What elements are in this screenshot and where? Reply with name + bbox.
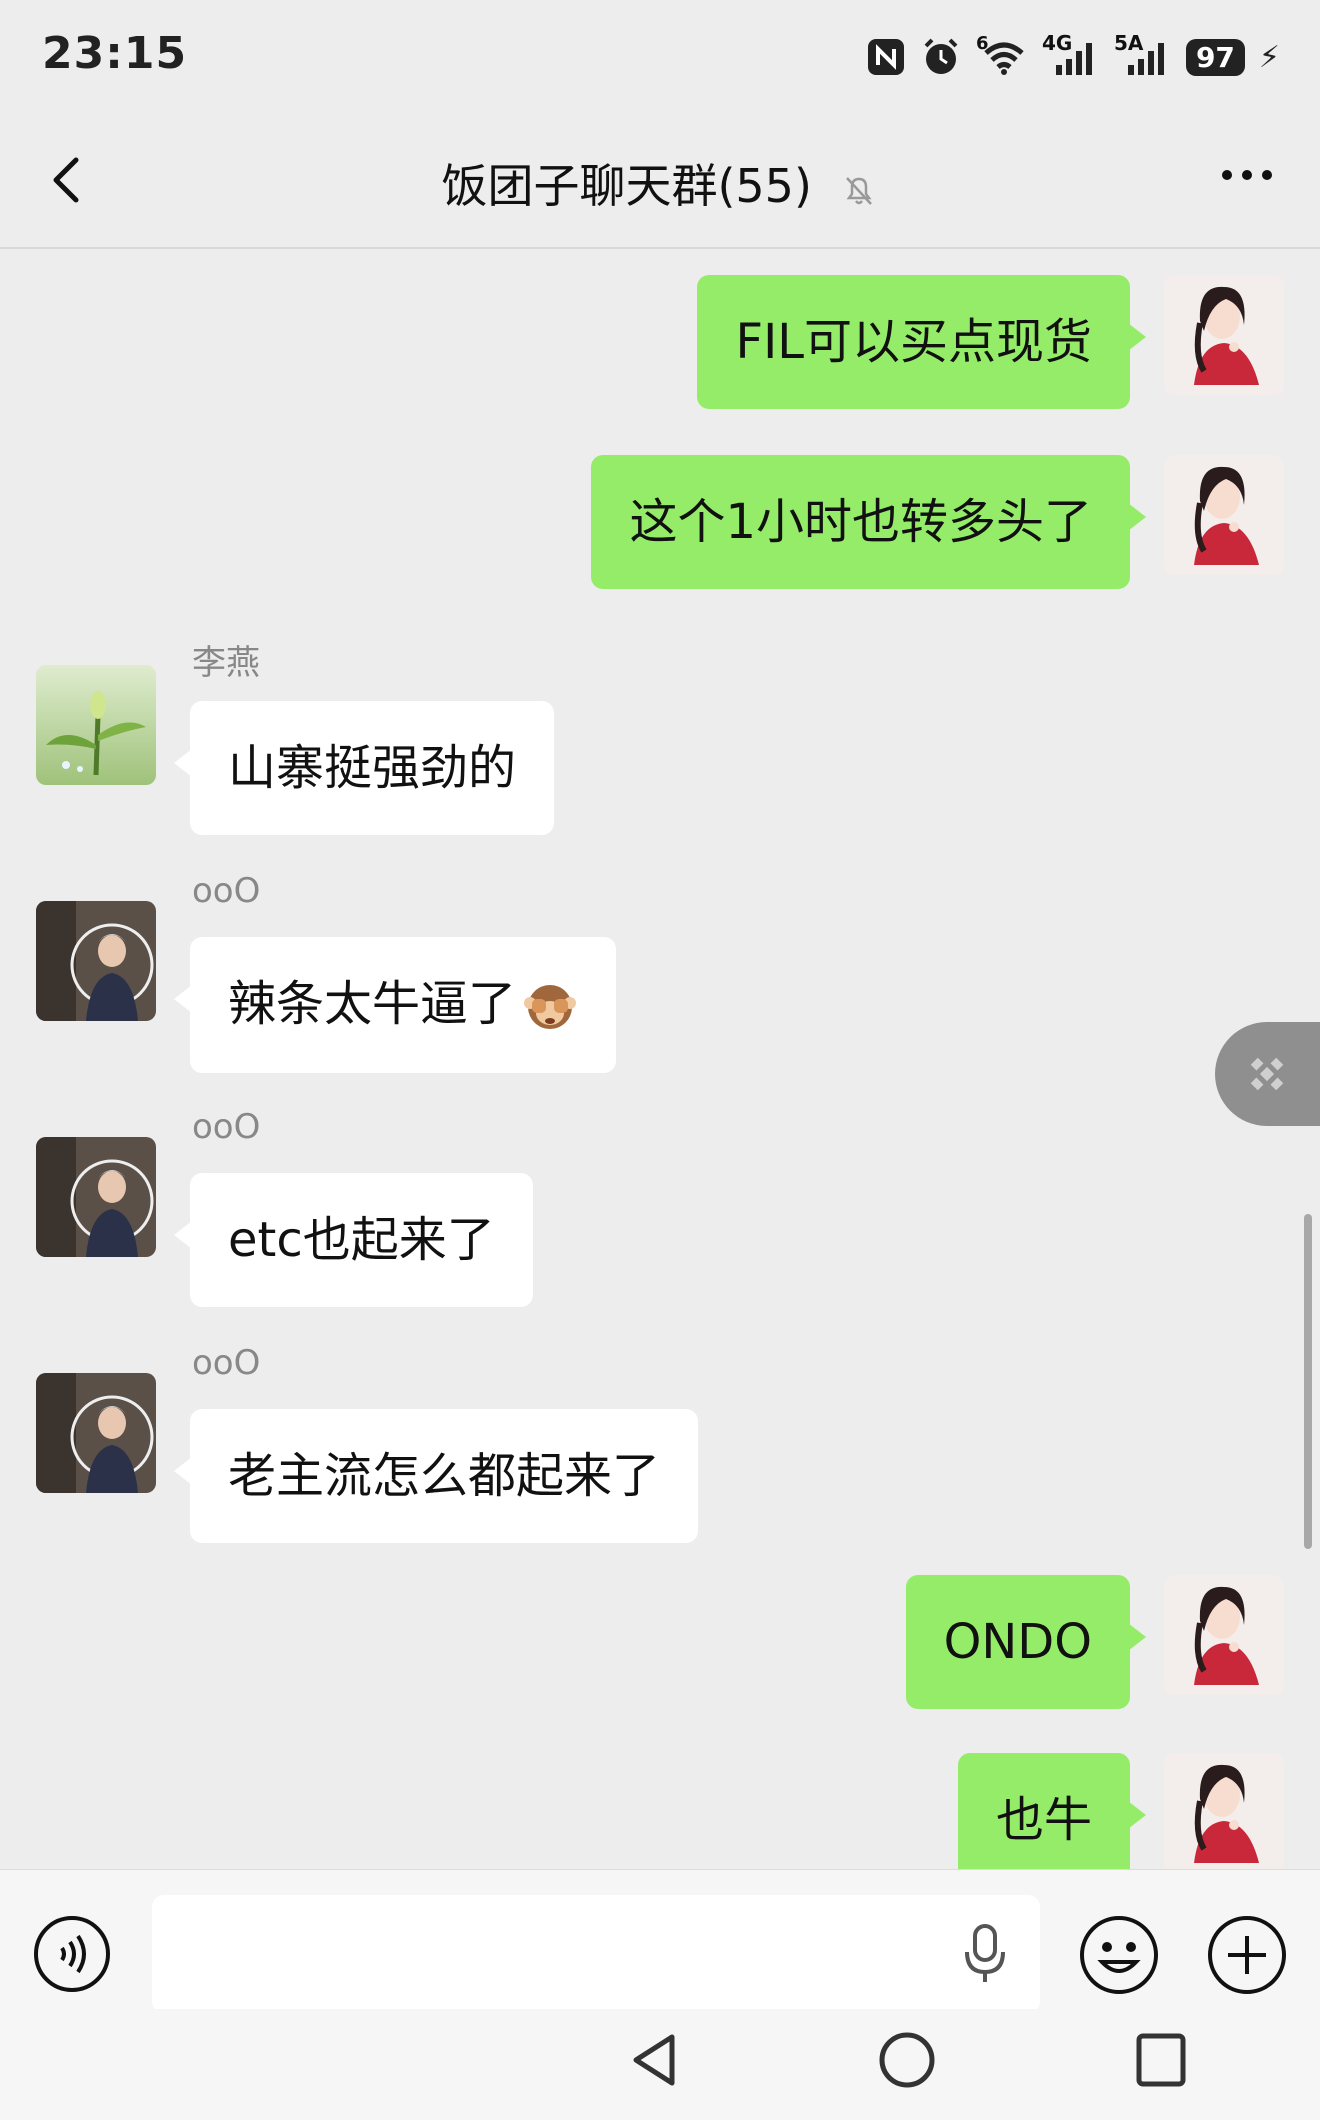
more-icon-dot [1242, 170, 1252, 180]
sender-avatar[interactable] [36, 665, 156, 785]
my-avatar[interactable] [1164, 455, 1284, 575]
sender-avatar[interactable] [36, 1373, 156, 1493]
chat-scrollbar[interactable] [1304, 1214, 1312, 1549]
message-bubble[interactable]: ONDO [905, 1575, 1147, 1709]
emoji-icon [1080, 1916, 1158, 1994]
mute-bell-icon [845, 176, 872, 205]
message-bubble[interactable]: 这个1小时也转多头了 [591, 455, 1146, 589]
more-icon-dot [1262, 170, 1272, 180]
diamond-logo-icon [1250, 1057, 1284, 1091]
message-list[interactable]: FIL可以买点现货 这个1小时也转多头了 李燕 山寨挺强劲的 ooO 辣条太牛逼… [0, 249, 1320, 1869]
message-row: ONDO [0, 1575, 1320, 1715]
wifi-icon: 6 [976, 33, 1028, 77]
signal-4g-icon: 4G [1042, 31, 1100, 77]
more-actions-button[interactable] [1206, 1914, 1288, 2000]
more-icon-dot [1222, 170, 1232, 180]
nav-home-icon [879, 2032, 935, 2088]
nfc-icon [867, 39, 904, 75]
sender-avatar[interactable] [36, 901, 156, 1021]
voice-icon [34, 1916, 110, 1992]
status-time: 23:15 [42, 28, 188, 79]
my-avatar[interactable] [1164, 275, 1284, 395]
message-bubble[interactable]: 山寨挺强劲的 [173, 701, 555, 835]
message-bubble[interactable]: FIL可以买点现货 [697, 275, 1146, 409]
floating-shortcut-button[interactable] [1215, 1022, 1320, 1126]
nav-recents-button[interactable] [1134, 2031, 1188, 2093]
message-bubble[interactable]: 也牛 [957, 1753, 1147, 1869]
battery-indicator: 97 [1185, 38, 1245, 76]
signal-5a-icon: 5A [1114, 31, 1172, 77]
message-row: 这个1小时也转多头了 [0, 455, 1320, 595]
message-row: ooO etc也起来了 [0, 1107, 1320, 1307]
input-bar [0, 1869, 1320, 2013]
voice-input-button[interactable] [32, 1914, 112, 1998]
nav-recents-icon [1136, 2033, 1186, 2087]
message-bubble[interactable]: 老主流怎么都起来了 [173, 1409, 699, 1543]
chat-title-container: 饭团子聊天群(55) [0, 150, 1320, 216]
sender-avatar[interactable] [36, 1137, 156, 1257]
status-bar: 23:15 6 4G 5A 97 ⚡ [0, 0, 1320, 110]
chat-title: 饭团子聊天群(55) [441, 159, 812, 213]
sender-name: ooO [192, 1107, 261, 1147]
message-text: 辣条太牛逼了 [228, 976, 517, 1032]
more-button[interactable] [1222, 170, 1272, 180]
status-icons: 6 4G 5A 97 ⚡ [866, 31, 1280, 82]
message-row: 李燕 山寨挺强劲的 [0, 635, 1320, 835]
plus-icon [1208, 1916, 1286, 1994]
sender-name: 李燕 [192, 643, 260, 683]
mic-icon[interactable] [960, 1922, 1010, 1986]
chat-header: 饭团子聊天群(55) [0, 110, 1320, 249]
message-row: 也牛 [0, 1753, 1320, 1869]
charging-icon: ⚡ [1258, 39, 1280, 75]
message-bubble[interactable]: etc也起来了 [174, 1173, 533, 1307]
system-nav-bar [0, 2009, 1320, 2120]
message-row: ooO 老主流怎么都起来了 [0, 1343, 1320, 1543]
my-avatar[interactable] [1164, 1753, 1284, 1869]
alarm-icon [924, 38, 958, 74]
emoji-button[interactable] [1078, 1914, 1160, 2000]
message-input[interactable] [152, 1895, 1040, 2013]
nav-back-button[interactable] [628, 2031, 680, 2093]
see-no-evil-monkey-icon [524, 985, 577, 1029]
message-bubble[interactable]: 辣条太牛逼了 [173, 937, 617, 1073]
message-row: ooO 辣条太牛逼了 [0, 871, 1320, 1073]
sender-name: ooO [192, 1343, 261, 1383]
nav-back-icon [633, 2034, 675, 2086]
nav-home-button[interactable] [878, 2031, 936, 2093]
message-row: FIL可以买点现货 [0, 275, 1320, 415]
my-avatar[interactable] [1164, 1575, 1284, 1695]
sender-name: ooO [192, 871, 261, 911]
